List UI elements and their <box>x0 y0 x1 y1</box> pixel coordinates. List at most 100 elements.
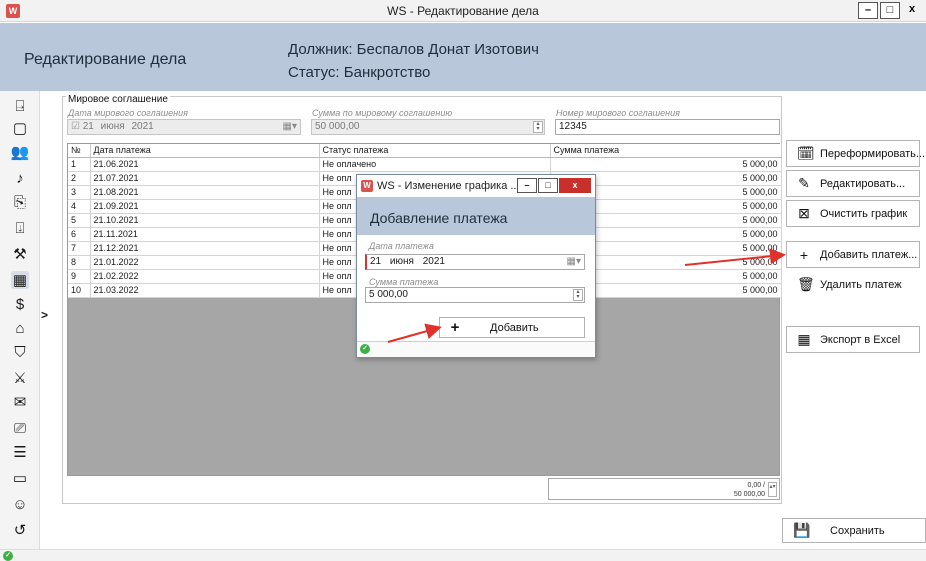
payment-amount-input[interactable]: 5 000,00 ▴ ▾ <box>365 287 585 303</box>
status-ok-icon: ✓ <box>3 551 13 561</box>
cell-date: 21.10.2021 <box>90 213 320 228</box>
cell-number: 8 <box>68 255 91 270</box>
maximize-button[interactable]: □ <box>880 2 900 19</box>
settlement-number-label: Номер мирового соглашения <box>556 108 680 118</box>
payment-date-label: Дата платежа <box>369 241 434 251</box>
excel-icon: ▦ <box>797 331 811 347</box>
cell-date: 21.09.2021 <box>90 199 320 214</box>
save-button-label: Сохранить <box>830 524 885 537</box>
speaking-user-icon[interactable]: ☺ <box>11 495 29 513</box>
ws-logo-icon: W <box>361 180 373 192</box>
settlement-amount-label: Сумма по мировому соглашению <box>312 108 453 118</box>
inbox-upload-icon[interactable]: ⍗ <box>11 219 29 237</box>
file-search-icon[interactable]: ⎘ <box>11 193 29 211</box>
cell-date: 21.03.2022 <box>90 283 320 298</box>
amount-spinner-icon[interactable]: ▴ ▾ <box>573 289 583 301</box>
pick-icon[interactable]: ⚔ <box>11 369 29 387</box>
cell-number: 4 <box>68 199 91 214</box>
dollar-icon[interactable]: $ <box>11 295 29 313</box>
settlement-number-value: 12345 <box>559 121 587 132</box>
users-icon[interactable]: 👥 <box>11 143 30 161</box>
bell-icon[interactable]: ♪ <box>11 169 29 187</box>
sidebar-expand-button[interactable]: > <box>41 308 48 322</box>
payment-date-month: июня <box>389 256 414 267</box>
document-icon[interactable]: ▢ <box>11 119 29 137</box>
settlement-group-title: Мировое соглашение <box>66 94 170 105</box>
cell-number: 10 <box>68 283 91 298</box>
dialog-add-button[interactable]: + Добавить <box>439 317 585 338</box>
window-title: WS - Редактирование дела <box>387 4 539 18</box>
payment-amount-value: 5 000,00 <box>369 289 408 300</box>
column-header-date[interactable]: Дата платежа <box>90 144 320 158</box>
total-field: 0,00 / 50 000,00 ▴▾ <box>548 478 780 500</box>
calendar-dropdown-icon[interactable]: ▦▾ <box>567 255 581 269</box>
grid-header-row: № Дата платежа Статус платежа Сумма плат… <box>68 144 782 158</box>
add-payment-button[interactable]: + Добавить платеж... <box>786 241 920 268</box>
table-row[interactable]: 1 21.06.2021 Не оплачено 5 000,00 <box>68 157 782 172</box>
delete-payment-button[interactable]: 🗑 Удалить платеж <box>786 271 920 298</box>
window-controls: – □ x <box>858 2 922 19</box>
total-spinner-icon: ▴▾ <box>768 482 777 497</box>
payment-date-day: 21 <box>370 256 382 267</box>
police-badge-icon[interactable]: ⛉ <box>11 343 29 361</box>
settlement-date-checkbox: ☑ <box>71 121 80 132</box>
amount-spinner-icon: ▴ ▾ <box>533 121 543 133</box>
cell-amount: 5 000,00 <box>550 157 782 172</box>
edit-button[interactable]: ✎ Редактировать... <box>786 170 920 197</box>
cell-number: 6 <box>68 227 91 242</box>
clear-schedule-button-label: Очистить график <box>820 207 908 220</box>
export-excel-button[interactable]: ▦ Экспорт в Excel <box>786 326 920 353</box>
column-header-number[interactable]: № <box>68 144 91 158</box>
payment-date-year: 2021 <box>422 256 445 267</box>
column-header-amount[interactable]: Сумма платежа <box>550 144 782 158</box>
trash-icon: 🗑 <box>797 276 815 292</box>
dialog-maximize-button[interactable]: □ <box>538 178 558 193</box>
total-paid: 0,00 / <box>747 482 765 489</box>
chat-icon[interactable]: ▭ <box>11 469 29 487</box>
settlement-date-year: 2021 <box>131 121 154 132</box>
dialog-header: Добавление платежа <box>357 197 595 235</box>
column-header-status[interactable]: Статус платежа <box>319 144 551 158</box>
dialog-close-button[interactable]: x <box>559 178 591 193</box>
cell-number: 1 <box>68 157 91 172</box>
minimize-button[interactable]: – <box>858 2 878 19</box>
dialog-status-bar: ✓ <box>357 341 595 357</box>
close-button[interactable]: x <box>902 2 922 19</box>
reform-button-label: Переформировать... <box>820 147 926 160</box>
delete-payment-button-label: Удалить платеж <box>820 278 902 291</box>
plus-icon: + <box>799 246 809 263</box>
calendar-dropdown-icon: ▦▾ <box>282 121 297 132</box>
total-value: 0,00 / 50 000,00 <box>734 481 765 499</box>
cell-status: Не оплачено <box>319 157 551 172</box>
cell-date: 21.01.2022 <box>90 255 320 270</box>
cell-date: 21.12.2021 <box>90 241 320 256</box>
document-chart-icon[interactable]: ⎚ <box>11 419 29 437</box>
auction-hammer-icon[interactable]: ⚒ <box>11 245 29 263</box>
dialog-controls: – □ x <box>517 178 591 193</box>
mail-icon[interactable]: ✉ <box>11 393 29 411</box>
dialog-add-button-label: Добавить <box>490 321 539 334</box>
status-ok-icon: ✓ <box>360 344 370 354</box>
reform-button[interactable]: 🗓 Переформировать... <box>786 140 925 167</box>
settlement-date-field: ☑ 21 июня 2021 ▦▾ <box>67 119 301 135</box>
search-home-icon[interactable]: ⌂ <box>11 319 29 337</box>
plus-icon: + <box>450 319 460 336</box>
document-lines-icon[interactable]: ☰ <box>11 443 29 461</box>
debtor-name: Должник: Беспалов Донат Изотович <box>288 41 539 58</box>
history-icon[interactable]: ↺ <box>11 521 29 539</box>
cell-date: 21.08.2021 <box>90 185 320 200</box>
dialog-minimize-button[interactable]: – <box>517 178 537 193</box>
add-document-icon[interactable]: ⍈ <box>11 97 29 115</box>
payment-date-input[interactable]: 21 июня 2021 ▦▾ <box>365 254 585 270</box>
settlement-number-input[interactable]: 12345 <box>555 119 780 135</box>
calendar-icon[interactable]: ▦ <box>11 271 29 289</box>
save-button[interactable]: 💾 Сохранить <box>782 518 926 543</box>
settlement-date-month: июня <box>100 121 125 132</box>
cell-number: 3 <box>68 185 91 200</box>
edit-button-label: Редактировать... <box>820 177 906 190</box>
payment-amount-label: Сумма платежа <box>369 277 439 287</box>
clear-schedule-button[interactable]: ⊠ Очистить график <box>786 200 920 227</box>
settlement-date-label: Дата мирового соглашения <box>68 108 188 118</box>
cell-date: 21.02.2022 <box>90 269 320 284</box>
add-payment-dialog: W WS - Изменение графика ... – □ x Добав… <box>356 174 596 358</box>
